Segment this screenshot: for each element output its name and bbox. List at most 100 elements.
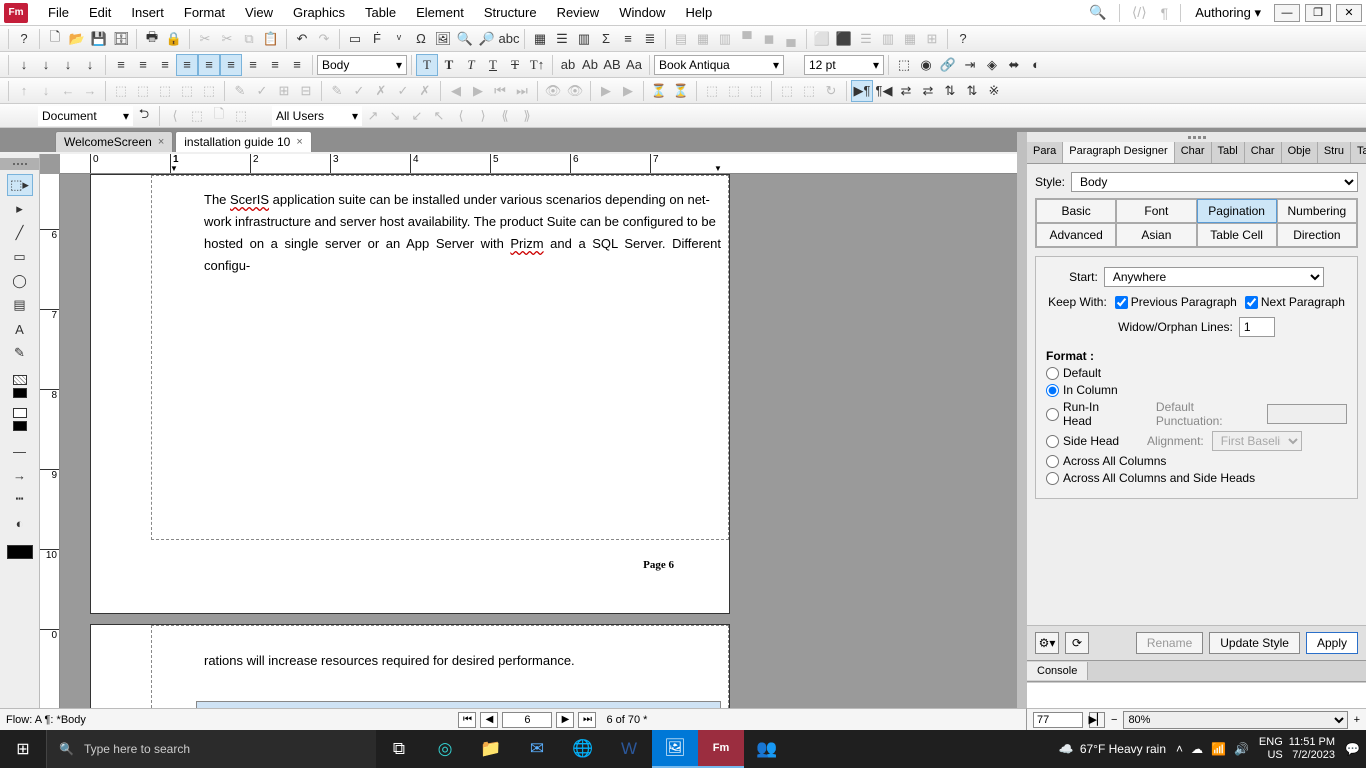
line-tool-icon[interactable]: ╱ bbox=[7, 222, 33, 244]
next-change-icon[interactable]: ▶ bbox=[467, 80, 489, 102]
tab-obj[interactable]: Obje bbox=[1282, 142, 1318, 163]
catalog-icon[interactable]: ⟨/⟩ bbox=[1126, 4, 1153, 21]
align-obj-left-icon[interactable]: ⬚ bbox=[701, 80, 723, 102]
vertical-ruler[interactable]: 6 7 8 9 10 0 1 bbox=[40, 174, 60, 708]
filter2-icon[interactable]: ⏳ bbox=[670, 80, 692, 102]
quick-9-icon[interactable]: ⟨ bbox=[450, 105, 472, 127]
validate-icon[interactable]: ✓ bbox=[251, 80, 273, 102]
wrap-icon[interactable]: ⬚ bbox=[110, 80, 132, 102]
distribute-v-icon[interactable]: ⬚ bbox=[798, 80, 820, 102]
help-icon[interactable]: ? bbox=[13, 28, 35, 50]
subtab-basic[interactable]: Basic bbox=[1036, 199, 1116, 223]
dir-5-icon[interactable]: ※ bbox=[983, 80, 1005, 102]
indent-right-icon[interactable]: ≡ bbox=[286, 54, 308, 76]
subtab-advanced[interactable]: Advanced bbox=[1036, 223, 1116, 247]
tab-welcome[interactable]: WelcomeScreen× bbox=[55, 131, 173, 152]
line-number-input[interactable] bbox=[1033, 712, 1083, 728]
paste-icon[interactable]: 📋 bbox=[260, 28, 282, 50]
menu-graphics[interactable]: Graphics bbox=[283, 1, 355, 24]
object-properties-icon[interactable]: ⬚ bbox=[893, 54, 915, 76]
pen-solid-icon[interactable] bbox=[13, 421, 27, 431]
color-swatch-icon[interactable] bbox=[7, 545, 33, 559]
text-direction-rtl-icon[interactable]: ¶◀ bbox=[873, 80, 895, 102]
align-left-icon[interactable]: ≡ bbox=[110, 54, 132, 76]
tab-tabl[interactable]: Tabl bbox=[1212, 142, 1245, 163]
quick-4-icon[interactable]: ⬚ bbox=[230, 105, 252, 127]
format-across-side[interactable]: Across All Columns and Side Heads bbox=[1046, 471, 1347, 485]
distribute-rows-icon[interactable]: ☰ bbox=[855, 28, 877, 50]
distribute-h-icon[interactable]: ⬚ bbox=[776, 80, 798, 102]
split-cells-icon[interactable]: ⬛ bbox=[833, 28, 855, 50]
line-width-icon[interactable]: — bbox=[7, 440, 33, 462]
symbol-icon[interactable]: Ω bbox=[410, 28, 432, 50]
print-icon[interactable]: 🖶 bbox=[141, 28, 163, 50]
last-page-icon[interactable]: ⏭ bbox=[578, 712, 596, 728]
first-page-icon[interactable]: ⏮ bbox=[458, 712, 476, 728]
align-right-cells-icon[interactable]: ▥ bbox=[714, 28, 736, 50]
merge-cells-icon[interactable]: ⬜ bbox=[811, 28, 833, 50]
anchored-frame-icon[interactable]: ▭ bbox=[344, 28, 366, 50]
increase-size-icon[interactable]: T↑ bbox=[526, 54, 548, 76]
line-spacing-icon[interactable]: ≡ bbox=[242, 54, 264, 76]
console-tab[interactable]: Console bbox=[1027, 662, 1088, 680]
select-tool-icon[interactable]: ▸ bbox=[7, 198, 33, 220]
text-direction-ltr-icon[interactable]: ▶¶ bbox=[851, 80, 873, 102]
notifications-icon[interactable]: 💬 bbox=[1345, 742, 1360, 756]
menu-structure[interactable]: Structure bbox=[474, 1, 547, 24]
menu-insert[interactable]: Insert bbox=[121, 1, 174, 24]
keep-prev-check[interactable]: Previous Paragraph bbox=[1115, 295, 1237, 309]
zoom-out-icon[interactable]: − bbox=[1111, 714, 1117, 726]
subtab-font[interactable]: Font bbox=[1116, 199, 1196, 223]
tab-char2[interactable]: Char bbox=[1245, 142, 1282, 163]
text-tool-icon[interactable]: T bbox=[416, 54, 438, 76]
prev-page-icon[interactable]: ◀ bbox=[480, 712, 498, 728]
line-end-icon[interactable]: → bbox=[7, 464, 33, 486]
save-all-icon[interactable]: 🗄 bbox=[110, 28, 132, 50]
style-select[interactable]: Body bbox=[1071, 172, 1358, 192]
text-line-tool-icon[interactable]: A bbox=[7, 318, 33, 340]
align-obj-center-icon[interactable]: ⬚ bbox=[723, 80, 745, 102]
pilcrow-icon[interactable]: ¶ bbox=[1155, 5, 1175, 21]
align-right-icon[interactable]: ≡ bbox=[154, 54, 176, 76]
cut-icon[interactable]: ✂ bbox=[194, 28, 216, 50]
quick-12-icon[interactable]: ⟫ bbox=[516, 105, 538, 127]
quick-8-icon[interactable]: ↖ bbox=[428, 105, 450, 127]
task-view-icon[interactable]: ⧉ bbox=[376, 730, 422, 768]
attr-icon[interactable]: ✎ bbox=[229, 80, 251, 102]
redo-icon[interactable]: ↷ bbox=[313, 28, 335, 50]
users-dropdown[interactable]: All Users▾ bbox=[272, 106, 362, 126]
show-original-icon[interactable]: 👁 bbox=[564, 80, 586, 102]
titlecase-icon[interactable]: Ab bbox=[579, 54, 601, 76]
menu-file[interactable]: File bbox=[38, 1, 79, 24]
show-final-icon[interactable]: 👁 bbox=[542, 80, 564, 102]
fill-pattern-icon[interactable] bbox=[13, 375, 27, 385]
rotate-icon[interactable]: ↻ bbox=[820, 80, 842, 102]
size-dropdown[interactable]: 12 pt▾ bbox=[804, 55, 884, 75]
align-indent-icon[interactable]: ≡ bbox=[220, 54, 242, 76]
save-icon[interactable]: 💾 bbox=[88, 28, 110, 50]
goto-line-icon[interactable]: ▶▏ bbox=[1089, 712, 1105, 728]
change-icon[interactable]: ⬚ bbox=[198, 80, 220, 102]
cloud-icon[interactable]: ☁ bbox=[1191, 742, 1203, 756]
dir-2-icon[interactable]: ⇄ bbox=[917, 80, 939, 102]
reject-all-icon[interactable]: ✗ bbox=[414, 80, 436, 102]
distribute-cols-icon[interactable]: ▥ bbox=[877, 28, 899, 50]
keep-next-check[interactable]: Next Paragraph bbox=[1245, 295, 1345, 309]
table-col-icon[interactable]: ▥ bbox=[573, 28, 595, 50]
rect-tool-icon[interactable]: ▭ bbox=[7, 246, 33, 268]
line-dash-icon[interactable]: ┅ bbox=[7, 488, 33, 510]
tab-left-icon[interactable]: ↓ bbox=[13, 54, 35, 76]
open-icon[interactable]: 📂 bbox=[66, 28, 88, 50]
tab-para-catalog[interactable]: Para bbox=[1027, 142, 1063, 163]
preview2-icon[interactable]: ▶ bbox=[617, 80, 639, 102]
word-icon[interactable]: W bbox=[606, 730, 652, 768]
next-page-icon[interactable]: ▶ bbox=[556, 712, 574, 728]
lock-icon[interactable]: 🔒 bbox=[163, 28, 185, 50]
format-incolumn[interactable]: In Column bbox=[1046, 383, 1347, 397]
spell-icon[interactable]: abc bbox=[498, 28, 520, 50]
custom-ruling-icon[interactable]: ⊞ bbox=[921, 28, 943, 50]
quick-6-icon[interactable]: ↘ bbox=[384, 105, 406, 127]
para-style-dropdown[interactable]: Body▾ bbox=[317, 55, 407, 75]
align-center-cells-icon[interactable]: ▦ bbox=[692, 28, 714, 50]
quick-10-icon[interactable]: ⟩ bbox=[472, 105, 494, 127]
